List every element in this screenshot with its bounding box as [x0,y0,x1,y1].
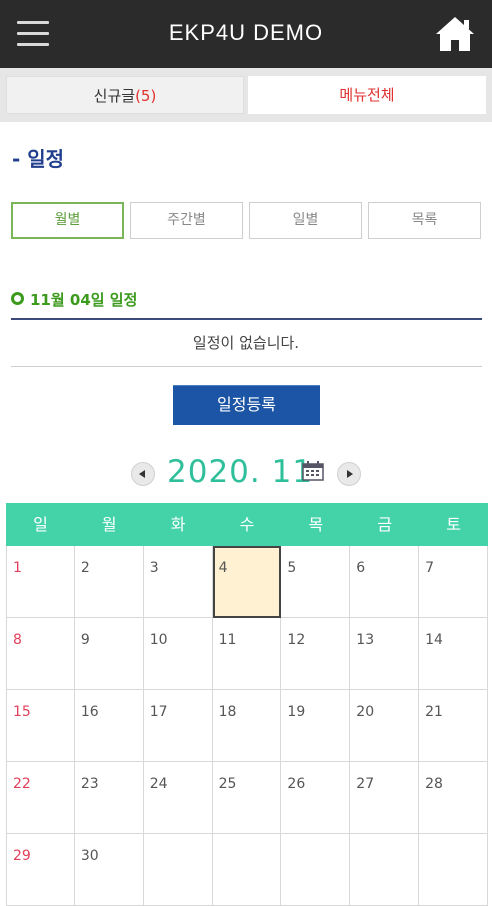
top-bar: EKP4U DEMO [0,0,492,68]
page-title: - 일정 [12,147,65,171]
circle-bullet-icon [11,292,24,305]
calendar-day-cell[interactable]: 3 [143,546,213,618]
calendar-day-cell[interactable]: 1 [6,546,75,618]
calendar-day-cell[interactable]: 26 [281,762,351,834]
calendar-day-cell[interactable]: 6 [350,546,420,618]
calendar-day-cell[interactable]: 18 [212,690,282,762]
view-weekly-button[interactable]: 주간별 [130,202,243,239]
calendar-icon[interactable] [302,461,324,481]
calendar-day-cell[interactable]: 15 [6,690,75,762]
calendar-grid: 1 2 3 4 5 6 7 8 9 10 11 12 13 14 15 16 17 18 19 20 21 22 23 24 2… [6,546,488,906]
tab-all-menu[interactable]: 메뉴전체 [248,76,486,114]
calendar-day-cell[interactable]: 22 [6,762,75,834]
calendar-day-cell[interactable]: 4 [212,546,282,618]
weekday-fri: 금 [377,515,393,534]
calendar-day-cell[interactable]: 13 [350,618,420,690]
calendar-day-cell[interactable]: 17 [143,690,213,762]
weekday-header: 일 월 화 수 목 금 토 [6,503,488,546]
calendar-day-cell[interactable]: 20 [350,690,420,762]
chevron-right-icon[interactable] [337,462,361,486]
empty-schedule-message: 일정이 없습니다. [192,334,300,352]
tab-new-posts[interactable]: 신규글(5) [6,76,244,114]
view-monthly-button[interactable]: 월별 [11,202,124,239]
calendar-day-cell[interactable]: 28 [419,762,488,834]
calendar-day-cell[interactable]: 11 [212,618,282,690]
tab-new-posts-label: 신규글 [93,87,136,105]
weekday-sun: 일 [33,515,48,534]
weekday-mon: 월 [101,515,117,534]
weekday-sat: 토 [446,515,461,534]
calendar-day-cell[interactable]: 24 [143,762,213,834]
calendar-day-cell[interactable]: 10 [143,618,213,690]
calendar-empty-cell [350,834,420,906]
day-schedule-title: 11월 04일 일정 [30,291,138,309]
calendar-day-cell[interactable]: 29 [6,834,75,906]
calendar-day-cell[interactable]: 30 [74,834,144,906]
app-title: EKP4U DEMO [168,20,324,45]
weekday-wed: 수 [239,515,255,534]
calendar-empty-cell [281,834,351,906]
calendar-day-cell[interactable]: 7 [419,546,488,618]
calendar-day-cell[interactable]: 16 [74,690,144,762]
calendar-empty-cell [212,834,282,906]
calendar-day-cell[interactable]: 23 [74,762,144,834]
tab-bar: 신규글(5) 메뉴전체 [0,68,492,122]
month-navigation: 2020. 11 [0,452,492,496]
calendar-day-cell[interactable]: 9 [74,618,144,690]
day-schedule-heading: 11월 04일 일정 [11,289,137,310]
divider [11,318,482,320]
month-label: 2020. 11 [167,454,314,490]
new-posts-count: (5) [135,87,157,105]
calendar-day-cell[interactable]: 5 [281,546,351,618]
calendar-day-cell[interactable]: 19 [281,690,351,762]
calendar-day-cell[interactable]: 27 [350,762,420,834]
view-list-button[interactable]: 목록 [368,202,481,239]
chevron-left-icon[interactable] [131,462,155,486]
calendar-day-cell[interactable]: 21 [419,690,488,762]
weekday-thu: 목 [308,515,324,534]
register-schedule-button[interactable]: 일정등록 [173,385,320,425]
calendar-day-cell[interactable]: 8 [6,618,75,690]
view-daily-button[interactable]: 일별 [249,202,362,239]
calendar-empty-cell [419,834,488,906]
calendar-day-cell[interactable]: 14 [419,618,488,690]
weekday-tue: 화 [170,515,186,534]
home-icon[interactable] [434,14,476,54]
calendar-day-cell[interactable]: 2 [74,546,144,618]
calendar-day-cell[interactable]: 12 [281,618,351,690]
divider [11,366,482,367]
month-calendar: 일 월 화 수 목 금 토 1 2 3 4 5 6 7 8 9 10 11 12 13 14 15 16 17 1… [6,503,488,906]
calendar-empty-cell [143,834,213,906]
calendar-day-cell[interactable]: 25 [212,762,282,834]
